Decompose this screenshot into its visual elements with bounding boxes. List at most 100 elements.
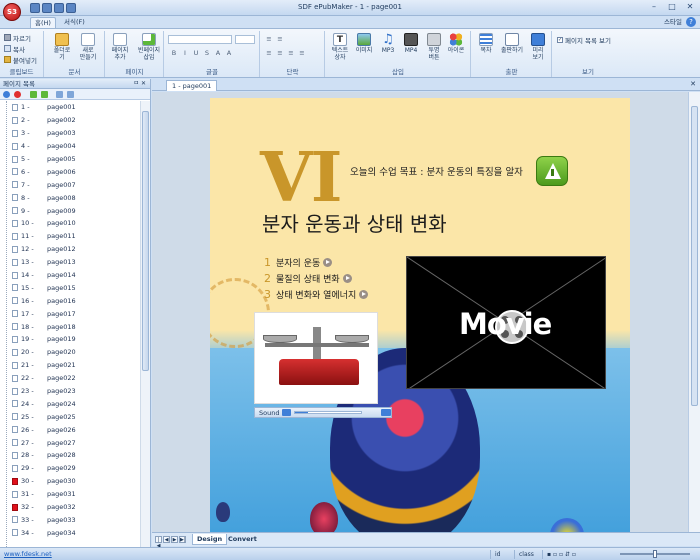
open-folder-button[interactable]: 폴더로기 [51, 33, 73, 61]
tab-convert[interactable]: Convert [224, 534, 261, 545]
first-page-icon[interactable]: |◀ [155, 536, 162, 549]
chapter-title[interactable]: 분자 운동과 상태 변화 [262, 208, 447, 237]
tab-design[interactable]: Design [192, 534, 228, 545]
page-list-item[interactable]: 22 - page022 [0, 372, 140, 385]
font-size-select[interactable] [235, 35, 255, 44]
tab-page001[interactable]: 1 - page001 [166, 80, 218, 91]
sound-player[interactable]: Sound [254, 407, 392, 418]
page-list-item[interactable]: 4 - page004 [0, 140, 140, 153]
new-document-button[interactable]: 새로 만들기 [77, 33, 99, 61]
toc-item[interactable]: 3 상태 변화와 열에너지 [264, 286, 369, 302]
italic-icon[interactable]: I [181, 49, 189, 57]
zoom-handle[interactable] [653, 550, 657, 558]
page-list-item[interactable]: 3 - page003 [0, 127, 140, 140]
lesson-goal-text[interactable]: 오늘의 수업 목표 : 분자 운동의 특징을 알자 [350, 164, 523, 178]
view-mode-icons[interactable]: ▪ ▫ ▫ ⇵ ▫ [542, 550, 608, 559]
page-list-item[interactable]: 8 - page008 [0, 191, 140, 204]
page-list-item[interactable]: 23 - page023 [0, 385, 140, 398]
page-list-item[interactable]: 33 - page033 [0, 514, 140, 527]
page-list-scrollbar[interactable] [140, 101, 150, 547]
page-list-item[interactable]: 10 - page010 [0, 217, 140, 230]
publish-button[interactable]: 출판하기 [499, 33, 525, 54]
prev-page-icon[interactable]: ◀ [163, 536, 170, 543]
page-list-item[interactable]: 7 - page007 [0, 178, 140, 191]
tab-format[interactable]: 서식(F) [60, 17, 89, 28]
page-list-item[interactable]: 31 - page031 [0, 488, 140, 501]
balance-scale-image[interactable] [254, 312, 378, 404]
page-list-item[interactable]: 15 - page015 [0, 281, 140, 294]
move-up-icon[interactable] [30, 91, 37, 98]
page-list-item[interactable]: 18 - page018 [0, 320, 140, 333]
page-list-item[interactable]: 25 - page025 [0, 410, 140, 423]
font-family-select[interactable] [168, 35, 232, 44]
zoom-slider[interactable] [620, 550, 690, 558]
page-list-item[interactable]: 6 - page006 [0, 165, 140, 178]
cut-button[interactable]: 자르기 [4, 33, 31, 43]
justify-icon[interactable]: ≡ [298, 49, 306, 57]
app-menu-button[interactable]: S3 [3, 3, 21, 21]
mp4-button[interactable]: MP4 [400, 33, 422, 54]
style-menu[interactable]: 스타일 [664, 17, 682, 28]
delete-page-icon[interactable] [14, 91, 21, 98]
minimize-icon[interactable]: – [648, 2, 660, 12]
font-color-icon[interactable]: A [225, 49, 233, 57]
movie-placeholder[interactable]: Movie [406, 256, 606, 389]
scrollbar-thumb[interactable] [142, 111, 149, 371]
page-list-item[interactable]: 1 - page001 [0, 101, 140, 114]
toc-button[interactable]: 목차 [475, 33, 497, 54]
add-page-icon[interactable] [3, 91, 10, 98]
page-list-item[interactable]: 30 - page030 [0, 475, 140, 488]
maximize-icon[interactable]: □ [666, 2, 678, 12]
page-list-item[interactable]: 14 - page014 [0, 269, 140, 282]
page-list-item[interactable]: 13 - page013 [0, 256, 140, 269]
list-view-icon[interactable] [56, 91, 63, 98]
page-list-item[interactable]: 32 - page032 [0, 501, 140, 514]
page-list-item[interactable]: 20 - page020 [0, 346, 140, 359]
audio-progress[interactable] [294, 411, 363, 414]
toc-item[interactable]: 2 물질의 상태 변화 [264, 270, 368, 286]
website-link[interactable]: www.fdesk.net [4, 550, 52, 558]
page-list-item[interactable]: 21 - page021 [0, 359, 140, 372]
page-list-item[interactable]: 29 - page029 [0, 462, 140, 475]
play-icon[interactable] [342, 273, 352, 283]
close-tab-icon[interactable]: ✕ [690, 80, 696, 88]
play-icon[interactable] [282, 409, 292, 416]
paste-button[interactable]: 붙여넣기 [4, 55, 37, 65]
transparent-button-button[interactable]: 투명 버튼 [423, 33, 445, 61]
align-left-icon[interactable]: ≡ [265, 49, 273, 57]
help-icon[interactable]: ? [686, 17, 696, 27]
last-page-icon[interactable]: ▶| [179, 536, 186, 543]
page-list-item[interactable]: 34 - page034 [0, 526, 140, 539]
image-button[interactable]: 이미지 [353, 33, 375, 54]
page-list-item[interactable]: 5 - page005 [0, 153, 140, 166]
page-list-item[interactable]: 17 - page017 [0, 307, 140, 320]
strikethrough-icon[interactable]: S [203, 49, 211, 57]
move-down-icon[interactable] [41, 91, 48, 98]
next-page-icon[interactable]: ▶ [171, 536, 178, 543]
align-center-icon[interactable]: ≡ [276, 49, 284, 57]
page-list-item[interactable]: 12 - page012 [0, 243, 140, 256]
page-list-item[interactable]: 9 - page009 [0, 204, 140, 217]
page-list-item[interactable]: 28 - page028 [0, 449, 140, 462]
highlight-icon[interactable]: A [214, 49, 222, 57]
scrollbar-thumb[interactable] [691, 106, 698, 406]
copy-button[interactable]: 복사 [4, 44, 25, 54]
page-list-item[interactable]: 27 - page027 [0, 436, 140, 449]
numbered-list-icon[interactable]: ≡ [276, 35, 284, 43]
epub-page[interactable]: VI 오늘의 수업 목표 : 분자 운동의 특징을 알자 분자 운동과 상태 변… [210, 98, 630, 532]
page-list-item[interactable]: 2 - page002 [0, 114, 140, 127]
thumbnail-view-icon[interactable] [67, 91, 74, 98]
close-icon[interactable]: ✕ [684, 2, 696, 12]
underline-icon[interactable]: U [192, 49, 200, 57]
page-list-item[interactable]: 16 - page016 [0, 294, 140, 307]
bullet-list-icon[interactable]: ≡ [265, 35, 273, 43]
insert-blank-page-button[interactable]: 빈페이지 삽입 [136, 33, 162, 61]
toc-item[interactable]: 1 분자의 운동 [264, 254, 368, 270]
canvas-scrollbar[interactable] [688, 92, 700, 532]
warning-icon[interactable] [536, 156, 568, 186]
add-page-button[interactable]: 페이지 추가 [109, 33, 131, 61]
panel-controls[interactable]: ㅁ ✕ [134, 79, 146, 89]
mp3-button[interactable]: ♫ MP3 [377, 33, 399, 54]
align-right-icon[interactable]: ≡ [287, 49, 295, 57]
design-canvas[interactable]: VI 오늘의 수업 목표 : 분자 운동의 특징을 알자 분자 운동과 상태 변… [152, 92, 688, 532]
